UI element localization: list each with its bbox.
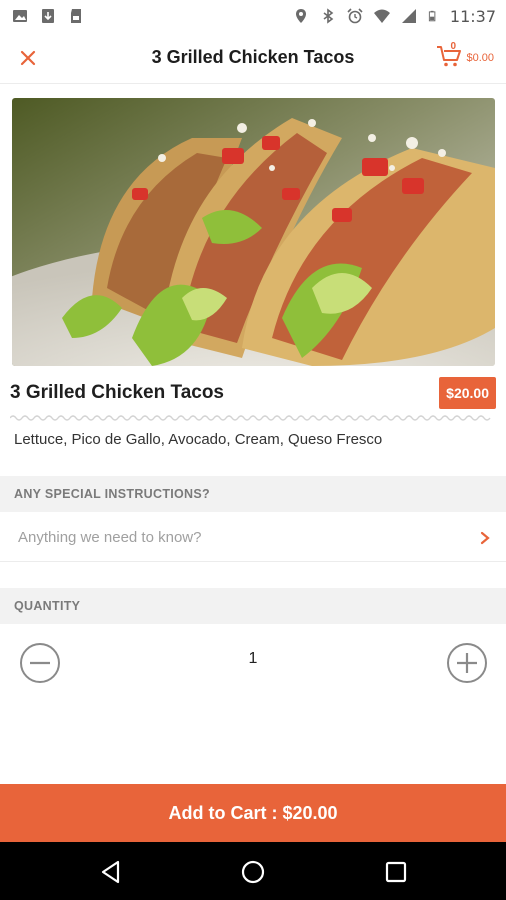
location-icon bbox=[295, 9, 306, 23]
cart-count-badge: 0 bbox=[450, 41, 457, 52]
product-description: Lettuce, Pico de Gallo, Avocado, Cream, … bbox=[14, 431, 383, 448]
recents-icon[interactable] bbox=[383, 859, 409, 885]
add-to-cart-button[interactable]: Add to Cart : $20.00 bbox=[0, 784, 506, 842]
status-bar: 11:37 bbox=[0, 0, 506, 32]
download-icon bbox=[42, 9, 54, 23]
back-icon[interactable] bbox=[98, 859, 124, 885]
plus-icon[interactable] bbox=[446, 642, 488, 684]
price-badge: $20.00 bbox=[439, 377, 496, 409]
alarm-icon bbox=[347, 8, 363, 24]
status-time: 11:37 bbox=[449, 6, 496, 26]
home-icon[interactable] bbox=[240, 859, 266, 885]
product-image bbox=[12, 98, 495, 366]
sd-card-icon bbox=[71, 9, 81, 23]
wifi-icon bbox=[373, 9, 390, 23]
instructions-heading: ANY SPECIAL INSTRUCTIONS? bbox=[0, 476, 506, 512]
quantity-heading: QUANTITY bbox=[0, 588, 506, 624]
instructions-placeholder: Anything we need to know? bbox=[18, 529, 202, 546]
divider bbox=[10, 415, 491, 421]
system-nav-bar bbox=[0, 842, 506, 900]
chevron-right-icon bbox=[480, 531, 490, 544]
image-icon bbox=[13, 10, 27, 22]
product-name: 3 Grilled Chicken Tacos bbox=[10, 382, 225, 403]
quantity-stepper: 1 bbox=[0, 626, 506, 696]
tacos-photo bbox=[12, 98, 495, 366]
cart-button[interactable]: 0 $0.00 bbox=[436, 41, 494, 68]
quantity-value: 1 bbox=[248, 650, 258, 667]
cart-total: $0.00 bbox=[466, 52, 494, 64]
cart-icon bbox=[437, 46, 462, 67]
battery-icon bbox=[428, 10, 436, 22]
app-header: 3 Grilled Chicken Tacos 0 $0.00 bbox=[0, 32, 506, 84]
instructions-input[interactable]: Anything we need to know? bbox=[0, 514, 506, 562]
product-title-row: 3 Grilled Chicken Tacos $20.00 bbox=[10, 376, 496, 410]
signal-icon bbox=[401, 9, 416, 23]
bluetooth-icon bbox=[323, 8, 334, 24]
page-title: 3 Grilled Chicken Tacos bbox=[151, 47, 355, 67]
